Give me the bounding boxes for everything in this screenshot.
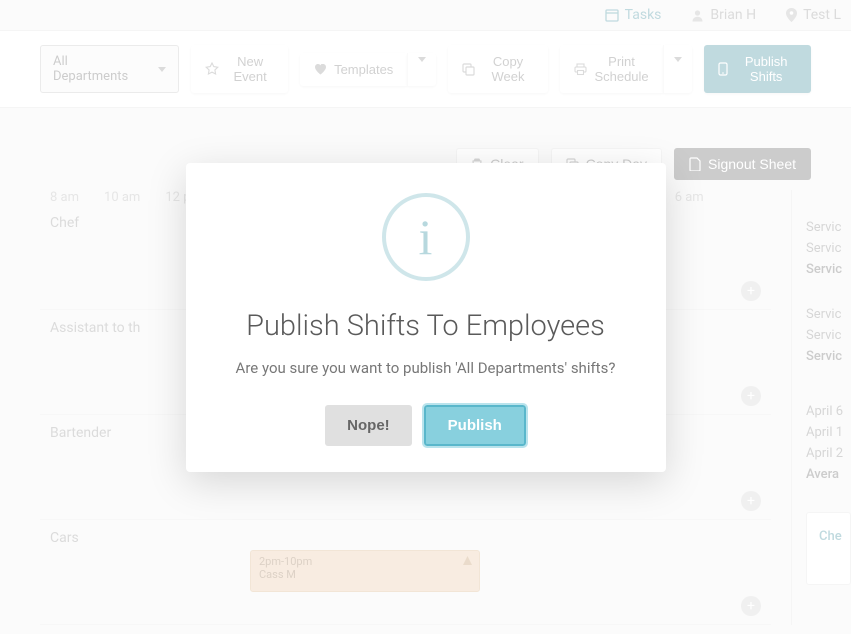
nope-button[interactable]: Nope! — [325, 405, 412, 446]
info-icon: i — [382, 193, 470, 281]
publish-button[interactable]: Publish — [424, 405, 526, 446]
modal-backdrop[interactable]: i Publish Shifts To Employees Are you su… — [0, 0, 851, 634]
modal-text: Are you sure you want to publish 'All De… — [216, 359, 636, 377]
publish-modal: i Publish Shifts To Employees Are you su… — [186, 163, 666, 472]
modal-title: Publish Shifts To Employees — [216, 309, 636, 343]
